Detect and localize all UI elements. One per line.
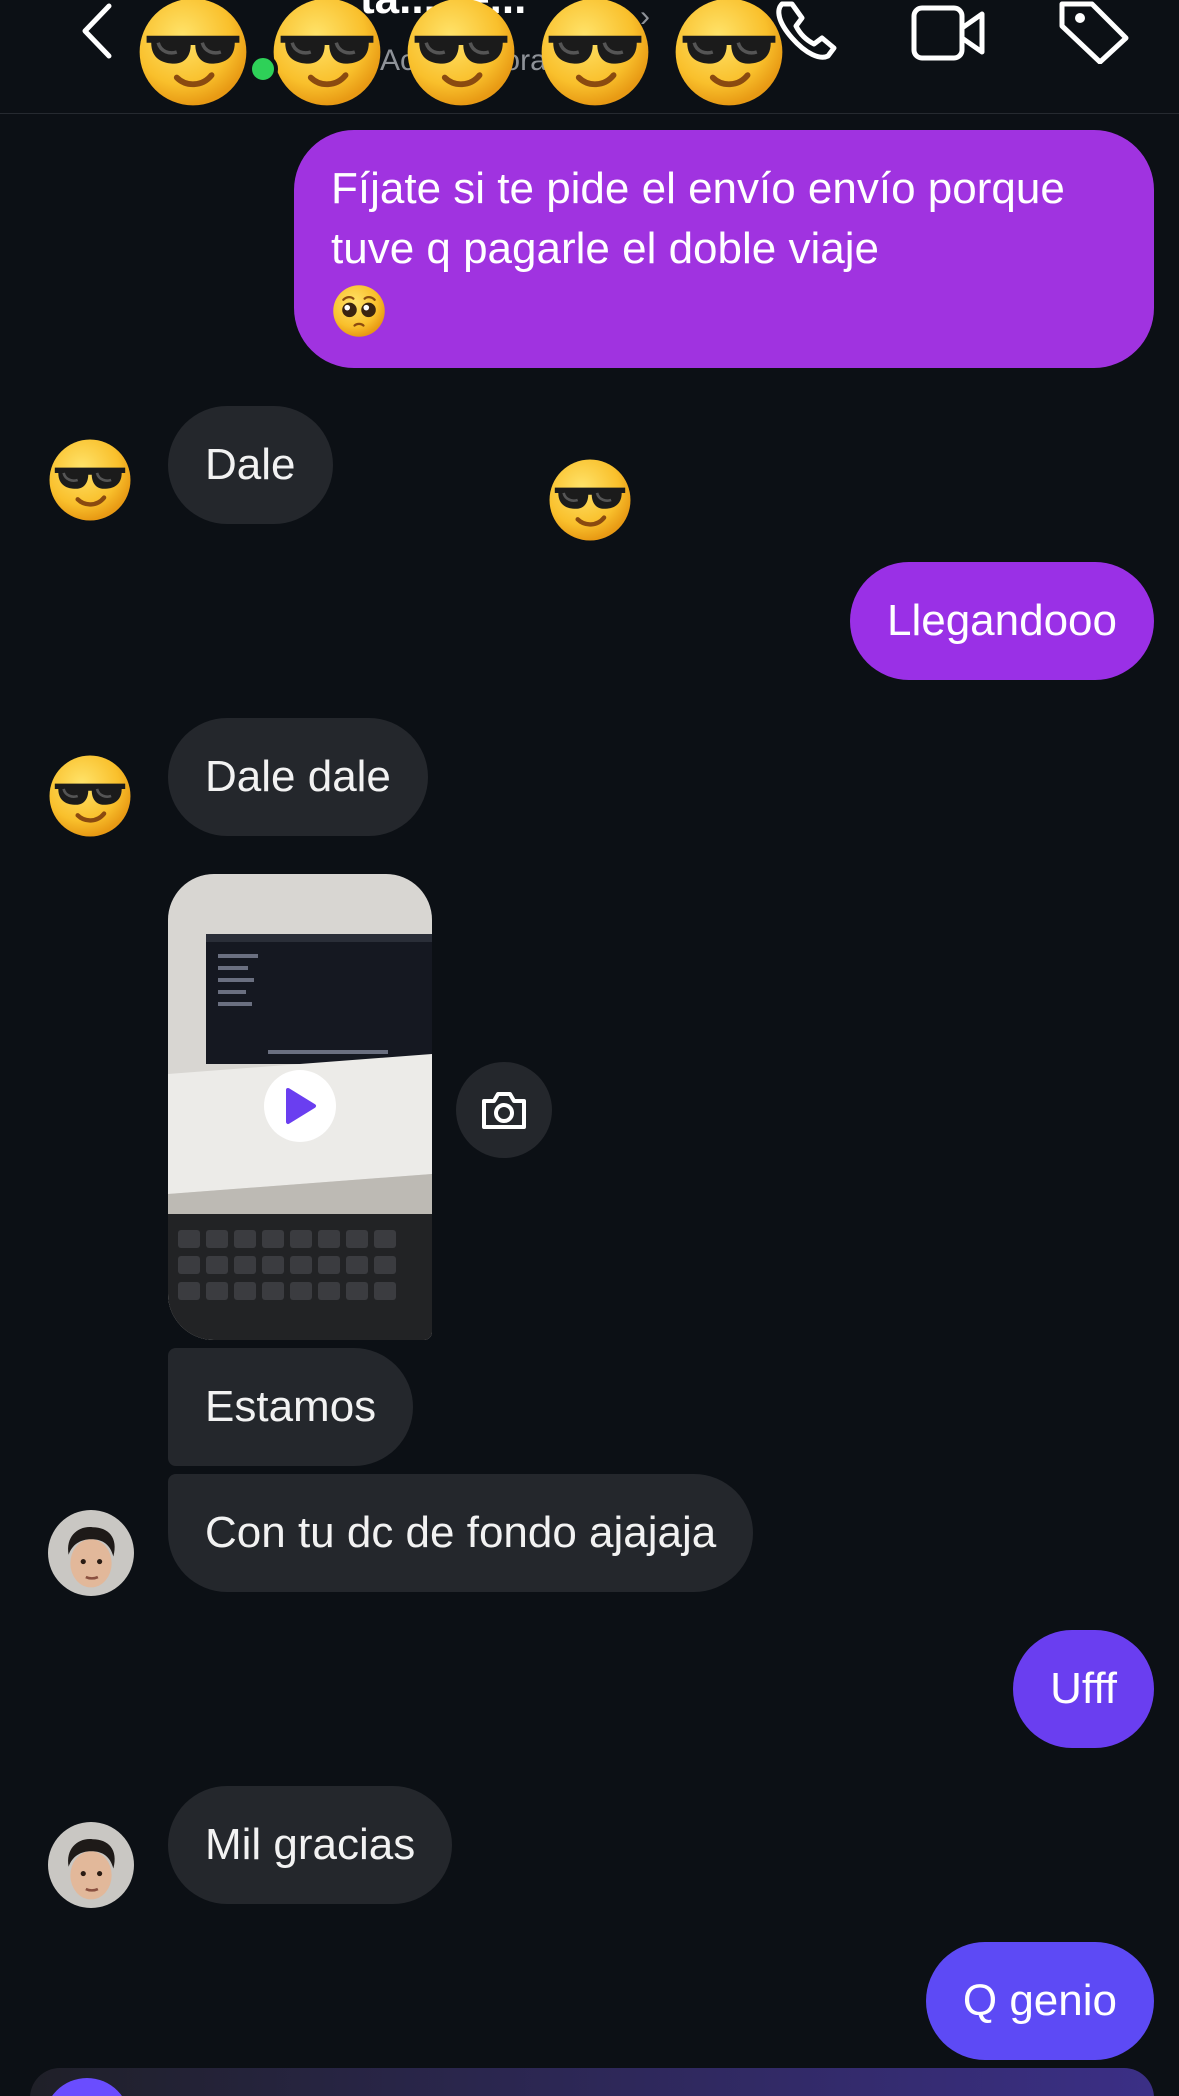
camera-reply-button[interactable] (456, 1062, 552, 1158)
sunglasses-emoji-icon (530, 0, 660, 110)
phone-icon[interactable] (772, 0, 842, 64)
outgoing-message[interactable]: Llegandooo (849, 562, 1154, 680)
message-text: Mil gracias (205, 1820, 416, 1869)
message-text: Con tu dc de fondo ajajaja (205, 1508, 717, 1557)
online-indicator (248, 54, 278, 84)
sunglasses-emoji-icon (262, 0, 392, 110)
message-text: Llegandooo (886, 596, 1117, 645)
outgoing-message[interactable]: Fíjate si te pide el envío envío porque … (294, 130, 1154, 368)
contact-avatar[interactable] (48, 1822, 134, 1908)
sticker-overlay (128, 0, 798, 110)
outgoing-message[interactable]: Q genio (925, 1942, 1154, 2060)
person-photo-icon (48, 1822, 134, 1908)
message-text: Ufff (1050, 1664, 1117, 1713)
incoming-message[interactable]: Estamos (168, 1348, 414, 1466)
outgoing-message[interactable]: Ufff (1013, 1630, 1154, 1748)
incoming-message[interactable]: Mil gracias (168, 1786, 453, 1904)
sunglasses-emoji-icon (396, 0, 526, 110)
play-button[interactable] (264, 1070, 336, 1142)
sunglasses-emoji-avatar-icon[interactable] (46, 436, 134, 524)
incoming-message[interactable]: Dale dale (168, 718, 428, 836)
incoming-message[interactable]: Con tu dc de fondo ajajaja (168, 1474, 754, 1592)
message-text: Estamos (205, 1382, 377, 1431)
message-text: Dale dale (205, 752, 391, 801)
sunglasses-emoji-icon (546, 456, 634, 544)
video-message[interactable] (168, 874, 432, 1340)
incoming-message[interactable]: Dale (168, 406, 333, 524)
play-icon (286, 1088, 316, 1124)
message-text: Dale (205, 440, 296, 489)
person-photo-icon (48, 1510, 134, 1596)
message-composer[interactable] (30, 2068, 1154, 2096)
message-text: Q genio (962, 1976, 1117, 2025)
tag-icon[interactable] (1056, 0, 1130, 64)
video-camera-icon[interactable] (910, 0, 986, 64)
camera-icon (482, 1092, 526, 1129)
contact-avatar[interactable] (48, 1510, 134, 1596)
chat-header: ta... re... Activo ahora › (0, 0, 1179, 114)
back-chevron-icon[interactable] (72, 0, 122, 62)
pleading-face-emoji-icon (331, 283, 387, 339)
sunglasses-emoji-avatar-icon[interactable] (46, 752, 134, 840)
message-text: Fíjate si te pide el envío envío porque … (331, 164, 1065, 273)
sunglasses-emoji-icon (128, 0, 258, 110)
